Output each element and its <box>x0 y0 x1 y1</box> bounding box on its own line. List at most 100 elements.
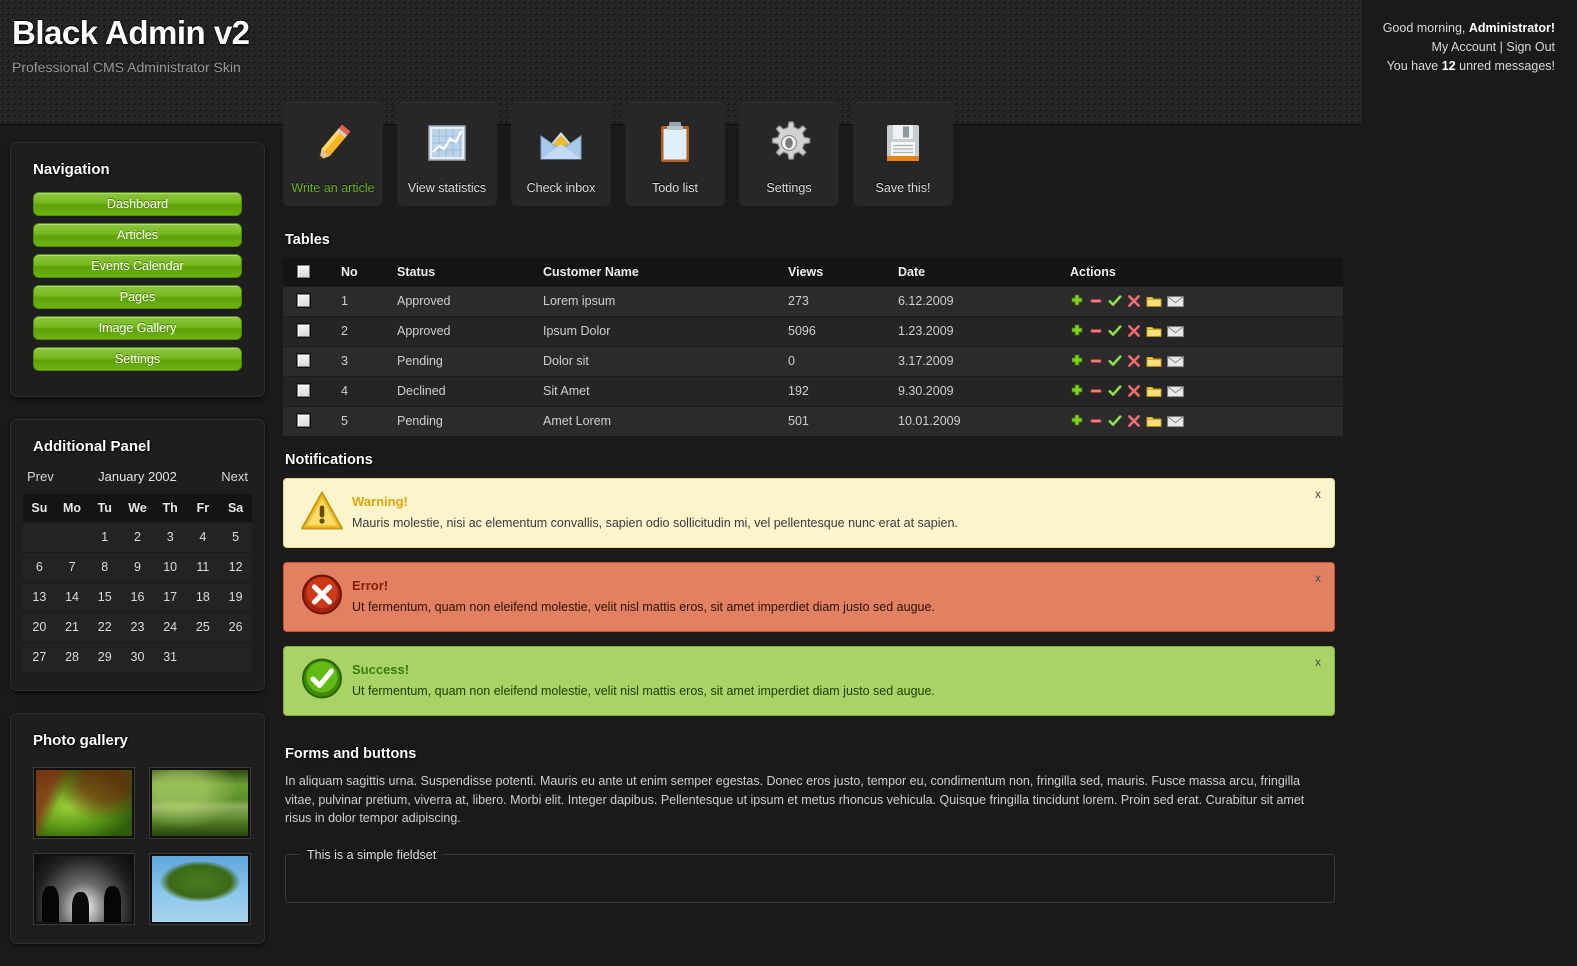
add-icon[interactable] <box>1070 354 1084 368</box>
sidebar-item-dashboard[interactable]: Dashboard <box>33 192 242 216</box>
calendar-day[interactable]: 30 <box>121 641 154 672</box>
row-checkbox[interactable] <box>297 294 310 307</box>
shortcut-todo-list[interactable]: Todo list <box>625 102 725 206</box>
calendar-day[interactable] <box>219 641 252 672</box>
calendar-prev-button[interactable]: Prev <box>27 469 54 484</box>
delete-icon[interactable] <box>1127 384 1141 398</box>
close-icon[interactable]: x <box>1315 487 1321 501</box>
folder-icon[interactable] <box>1146 384 1162 398</box>
table-row[interactable]: 4 Declined Sit Amet 192 9.30.2009 <box>283 375 1343 406</box>
gallery-thumb-green-leaf[interactable] <box>33 767 135 839</box>
calendar-day[interactable] <box>55 521 89 552</box>
calendar-day[interactable]: 20 <box>23 611 56 642</box>
calendar-day[interactable]: 11 <box>186 551 220 582</box>
column-header-date[interactable]: Date <box>884 258 1056 286</box>
mail-icon[interactable] <box>1167 295 1184 308</box>
add-icon[interactable] <box>1070 324 1084 338</box>
add-icon[interactable] <box>1070 384 1084 398</box>
calendar-day[interactable]: 29 <box>88 641 122 672</box>
calendar-day[interactable]: 13 <box>23 581 56 612</box>
shortcut-write-an-article[interactable]: Write an article <box>283 102 383 206</box>
calendar-day[interactable]: 22 <box>88 611 122 642</box>
delete-icon[interactable] <box>1127 294 1141 308</box>
column-header-views[interactable]: Views <box>774 258 884 286</box>
calendar-day[interactable]: 23 <box>121 611 154 642</box>
folder-icon[interactable] <box>1146 354 1162 368</box>
shortcut-check-inbox[interactable]: Check inbox <box>511 102 611 206</box>
table-row[interactable]: 5 Pending Amet Lorem 501 10.01.2009 <box>283 405 1343 436</box>
shortcut-save-this[interactable]: Save this! <box>853 102 953 206</box>
calendar-day[interactable]: 8 <box>88 551 122 582</box>
remove-icon[interactable] <box>1089 354 1103 368</box>
close-icon[interactable]: x <box>1315 571 1321 585</box>
sign-out-link[interactable]: Sign Out <box>1506 40 1555 54</box>
sidebar-item-events-calendar[interactable]: Events Calendar <box>33 254 242 278</box>
sidebar-item-image-gallery[interactable]: Image Gallery <box>33 316 242 340</box>
calendar-day[interactable]: 17 <box>153 581 187 612</box>
calendar-day[interactable]: 16 <box>121 581 154 612</box>
table-row[interactable]: 3 Pending Dolor sit 0 3.17.2009 <box>283 345 1343 376</box>
my-account-link[interactable]: My Account <box>1432 40 1497 54</box>
calendar-day[interactable]: 6 <box>23 551 56 582</box>
row-checkbox[interactable] <box>297 384 310 397</box>
delete-icon[interactable] <box>1127 354 1141 368</box>
remove-icon[interactable] <box>1089 324 1103 338</box>
add-icon[interactable] <box>1070 294 1084 308</box>
folder-icon[interactable] <box>1146 324 1162 338</box>
approve-icon[interactable] <box>1108 384 1122 398</box>
calendar-day[interactable]: 12 <box>219 551 252 582</box>
calendar-day[interactable] <box>23 521 56 552</box>
add-icon[interactable] <box>1070 414 1084 428</box>
calendar-day[interactable]: 3 <box>153 521 187 552</box>
remove-icon[interactable] <box>1089 414 1103 428</box>
mail-icon[interactable] <box>1167 415 1184 428</box>
row-checkbox[interactable] <box>297 414 310 428</box>
calendar-day[interactable]: 21 <box>55 611 89 642</box>
folder-icon[interactable] <box>1146 294 1162 308</box>
calendar-day[interactable]: 25 <box>186 611 220 642</box>
sidebar-item-articles[interactable]: Articles <box>33 223 242 247</box>
calendar-day[interactable]: 1 <box>88 521 122 552</box>
calendar-day[interactable]: 9 <box>121 551 154 582</box>
calendar-day[interactable] <box>186 641 220 672</box>
calendar-day[interactable]: 31 <box>153 641 187 672</box>
close-icon[interactable]: x <box>1315 655 1321 669</box>
calendar-day[interactable]: 27 <box>23 641 56 672</box>
calendar-next-button[interactable]: Next <box>221 469 248 484</box>
sidebar-item-pages[interactable]: Pages <box>33 285 242 309</box>
approve-icon[interactable] <box>1108 294 1122 308</box>
approve-icon[interactable] <box>1108 324 1122 338</box>
calendar-day[interactable]: 10 <box>153 551 187 582</box>
calendar-day[interactable]: 24 <box>153 611 187 642</box>
calendar-day[interactable]: 4 <box>186 521 220 552</box>
approve-icon[interactable] <box>1108 414 1122 428</box>
row-checkbox[interactable] <box>297 324 310 337</box>
sidebar-item-settings[interactable]: Settings <box>33 347 242 371</box>
gallery-thumb-sunset-silhouette[interactable] <box>33 853 135 925</box>
approve-icon[interactable] <box>1108 354 1122 368</box>
shortcut-view-statistics[interactable]: View statistics <box>397 102 497 206</box>
delete-icon[interactable] <box>1127 414 1141 428</box>
column-header-no[interactable]: No <box>327 258 383 286</box>
shortcut-settings[interactable]: Settings <box>739 102 839 206</box>
calendar-day[interactable]: 28 <box>55 641 89 672</box>
column-header-customer[interactable]: Customer Name <box>529 258 774 286</box>
calendar-day[interactable]: 19 <box>219 581 252 612</box>
mail-icon[interactable] <box>1167 385 1184 398</box>
calendar-day[interactable]: 5 <box>219 521 252 552</box>
remove-icon[interactable] <box>1089 294 1103 308</box>
calendar-day[interactable]: 7 <box>55 551 89 582</box>
mail-icon[interactable] <box>1167 355 1184 368</box>
mail-icon[interactable] <box>1167 325 1184 338</box>
calendar-day[interactable]: 18 <box>186 581 220 612</box>
gallery-thumb-oak-tree[interactable] <box>149 853 251 925</box>
row-checkbox[interactable] <box>297 354 310 367</box>
table-row[interactable]: 1 Approved Lorem ipsum 273 6.12.2009 <box>283 285 1343 316</box>
folder-icon[interactable] <box>1146 414 1162 428</box>
select-all-checkbox[interactable] <box>297 264 310 278</box>
delete-icon[interactable] <box>1127 324 1141 338</box>
gallery-thumb-forest-pond[interactable] <box>149 767 251 839</box>
calendar-day[interactable]: 2 <box>121 521 154 552</box>
calendar-day[interactable]: 14 <box>55 581 89 612</box>
calendar-day[interactable]: 15 <box>88 581 122 612</box>
